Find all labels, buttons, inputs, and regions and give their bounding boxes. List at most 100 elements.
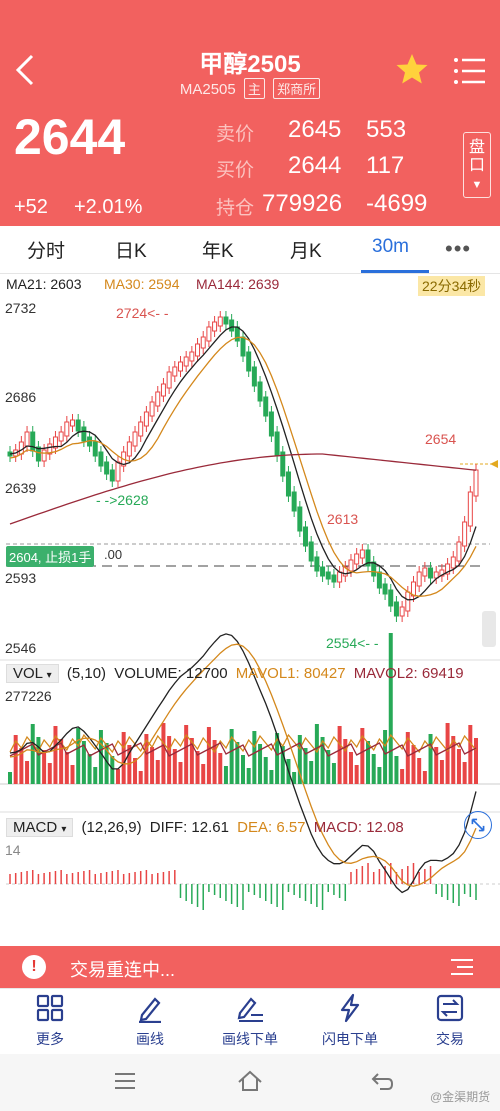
ma21-legend: MA21: 2603 [6,276,82,292]
macd-selector-label: MACD [13,819,58,836]
tab-yearly[interactable]: 年K [202,236,234,263]
volume-bar [252,731,257,784]
volume-bar [428,734,433,784]
candle [399,606,405,617]
candle [416,571,422,587]
candle [18,441,24,455]
candle [359,549,365,559]
pankou-label: 盘口 [468,139,485,174]
candle [473,469,479,497]
more-tabs-button[interactable]: ••• [445,236,471,262]
tab-monthly[interactable]: 月K [290,236,322,263]
ask-label: 卖价 [216,124,255,145]
vol-selector-label: VOL [13,665,43,682]
volume-bar [121,732,126,784]
menu-icon[interactable] [453,56,487,86]
candle [160,383,166,397]
volume-bar [150,747,155,784]
volume-bar [400,769,405,784]
kline-chart[interactable] [0,274,500,946]
price-change-pct: +2.01% [74,196,143,218]
pankou-chevron-icon: ▼ [471,179,483,191]
tab-intraday[interactable]: 分时 [27,236,65,263]
tab-daily[interactable]: 日K [115,236,147,263]
volume-bar [201,764,206,784]
candle [206,326,212,342]
open-interest-change: -4699 [366,190,428,217]
stop-loss-order-badge[interactable]: 2604, 止损1手 [6,546,95,567]
volume-bar [348,752,353,784]
candle [24,431,30,447]
vol-max-label: 277226 [5,688,52,704]
volume-bar [64,752,69,784]
exchange-tag: 郑商所 [273,78,321,99]
candle [314,556,320,572]
volume-bar [138,771,143,784]
period-tabs: 分时 日K 年K 月K 30m ••• [0,226,500,274]
ma30-legend: MA30: 2594 [104,276,180,292]
candle [274,431,280,457]
expand-icon[interactable] [464,811,492,839]
volume-bar [354,765,359,784]
volume-bar [167,736,172,784]
tab-30m[interactable]: 30m [372,236,409,258]
nav-trade[interactable]: 交易 [410,993,490,1049]
candle [212,321,218,332]
macd-params: (12,26,9) [81,819,142,836]
volume-bar [87,754,92,784]
nav-draw[interactable]: 画线 [110,993,190,1049]
candle [422,567,428,577]
nav-draw-order[interactable]: 画线下单 [210,993,290,1049]
side-drawer-handle[interactable] [482,611,496,647]
pen-icon [139,997,161,1023]
vol-mavol2: MAVOL2: 69419 [353,665,464,682]
left-low-annotation: - ->2628 [96,492,149,508]
bid-price: 2644 [288,152,342,179]
alert-icon: ! [22,955,46,979]
volume-bar [462,762,467,784]
macd-indicator-selector[interactable]: MACD ▾ [6,818,74,837]
volume-bar [439,760,444,784]
volume-bar [42,750,47,784]
price-change: +52 [14,196,48,218]
volume-bar [331,763,336,784]
nav-flash-order-label: 闪电下单 [322,1031,378,1047]
alert-list-icon[interactable] [451,958,473,976]
y-label: 2593 [5,570,37,586]
pankou-button[interactable]: 盘口 ▼ [463,132,491,198]
favorite-star-icon[interactable] [395,52,429,86]
nav-draw-label: 画线 [136,1031,164,1047]
y-label: 2639 [5,480,37,496]
candle [320,566,326,577]
recent-apps-icon[interactable] [114,1072,136,1090]
reconnect-alert-bar[interactable]: ! 交易重连中... [0,946,500,988]
candle [462,521,468,547]
nav-more[interactable]: 更多 [10,993,90,1049]
candle [240,336,246,357]
quote-header: 甲醇2505 MA2505 主 郑商所 2644 +52 +2.01% 卖价 2… [0,0,500,226]
macd-value: MACD: 12.08 [313,819,404,836]
volume-bar [422,771,427,784]
candle [285,471,291,497]
candle [223,316,229,325]
volume-bar [377,767,382,784]
vol-indicator-selector[interactable]: VOL ▾ [6,664,59,683]
contract-code: MA2505 [179,81,236,98]
open-interest-label: 持仓 [216,198,255,219]
nav-flash-order[interactable]: 闪电下单 [310,993,390,1049]
candle [229,319,235,332]
candle [81,426,87,442]
macd-legend: MACD ▾ (12,26,9) DIFF: 12.61 DEA: 6.57 M… [6,818,404,837]
candle [234,326,240,342]
chevron-down-icon: ▾ [46,670,52,681]
vol-mavol1: MAVOL1: 80427 [235,665,346,682]
home-icon[interactable] [237,1070,263,1092]
candle [30,431,36,452]
candle [246,351,252,372]
volume-bar [195,751,200,784]
candle [382,583,388,595]
back-icon[interactable] [370,1070,394,1092]
candle [183,356,189,367]
macd-top-label: 14 [5,842,21,858]
candle [155,391,161,407]
